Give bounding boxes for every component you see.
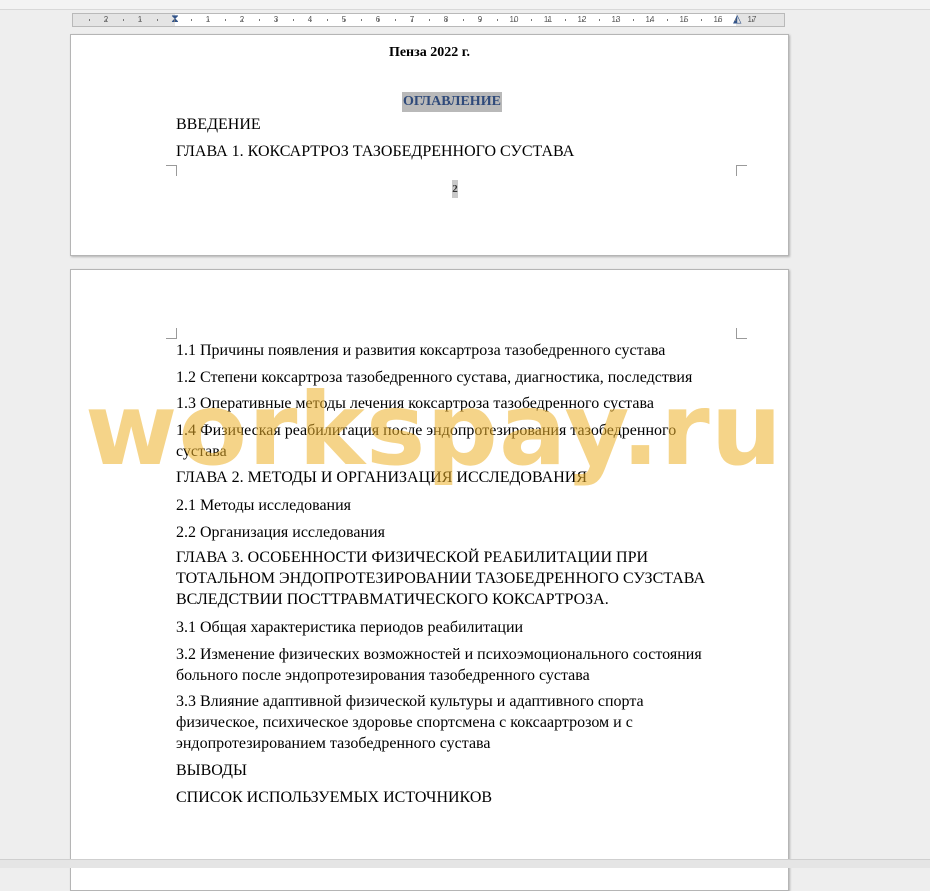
document-page-2[interactable]: 1.1 Причины появления и развития коксарт… (70, 269, 789, 891)
ruler-tick (327, 19, 328, 21)
margin-corner-marker (166, 328, 177, 339)
ruler-tick (293, 19, 294, 21)
city-year-text: Пенза 2022 г. (388, 45, 471, 60)
toc-entry-line: ТОТАЛЬНОМ ЭНДОПРОТЕЗИРОВАНИИ ТАЗОБЕДРЕНН… (176, 570, 705, 587)
ruler-tick (259, 19, 260, 21)
toc-entry-line: ВЫВОДЫ (176, 762, 247, 779)
toc-entry-line: 1.3 Оперативные методы лечения коксартро… (176, 395, 654, 412)
toc-entry: 3.3 Влияние адаптивной физической культу… (176, 691, 746, 754)
toc-entry-line: сустава (176, 443, 227, 460)
ruler-tick (429, 19, 430, 21)
ruler-tick (650, 19, 651, 22)
ruler-tick (123, 19, 124, 21)
toc-entry-line: 1.1 Причины появления и развития коксарт… (176, 342, 666, 359)
ruler-tick (174, 19, 175, 22)
ruler-tick (599, 19, 600, 21)
toc-entry-line: 1.4 Физическая реабилитация после эндопр… (176, 422, 677, 439)
toc-entry: 3.2 Изменение физических возможностей и … (176, 644, 746, 686)
ruler-tick (480, 19, 481, 22)
toc-entry-line: ГЛАВА 3. ОСОБЕННОСТИ ФИЗИЧЕСКОЙ РЕАБИЛИТ… (176, 549, 649, 566)
ruler-tick (752, 19, 753, 22)
toc-entry: 1.4 Физическая реабилитация после эндопр… (176, 420, 746, 462)
toc-entry-line: эндопротезированием тазобедренного суста… (176, 735, 491, 752)
toc-entry-line: 3.3 Влияние адаптивной физической культу… (176, 693, 644, 710)
toc-entry-line: физическое, психическое здоровье спортсм… (176, 714, 633, 731)
ruler-tick (514, 19, 515, 22)
ruler-tick (276, 19, 277, 22)
ruler-tick (157, 19, 158, 21)
ruler-tick (684, 19, 685, 22)
toc-item-introduction: ВВЕДЕНИЕ (176, 116, 261, 133)
horizontal-ruler[interactable]: 2 1 ⧗ 1 2 3 4 5 6 7 8 9 10 11 12 13 14 1… (72, 13, 785, 27)
document-page-1[interactable]: Пенза 2022 г. ОГЛАВЛЕНИЕ ВВЕДЕНИЕ ГЛАВА … (70, 34, 789, 256)
ruler-tick (548, 19, 549, 22)
toc-entry: 3.1 Общая характеристика периодов реабил… (176, 617, 746, 638)
toc-entry: 2.2 Организация исследования (176, 522, 746, 543)
ruler-right-margin (736, 14, 784, 26)
toc-entry-line: 3.1 Общая характеристика периодов реабил… (176, 619, 524, 636)
toc-entry-references: СПИСОК ИСПОЛЬЗУЕМЫХ ИСТОЧНИКОВ (176, 787, 746, 808)
ruler-tick (225, 19, 226, 21)
ruler-tick (361, 19, 362, 21)
toc-entry-line: больного после эндопротезирования тазобе… (176, 667, 590, 684)
ruler-tick (89, 19, 90, 21)
ruler-tick (395, 19, 396, 21)
ruler-tick (140, 19, 141, 22)
toolbar-strip (0, 0, 930, 10)
ruler-tick (616, 19, 617, 22)
margin-corner-marker (736, 328, 747, 339)
toc-entry-chapter-3: ГЛАВА 3. ОСОБЕННОСТИ ФИЗИЧЕСКОЙ РЕАБИЛИТ… (176, 547, 746, 610)
ruler-tick (106, 19, 107, 22)
ruler-tick (633, 19, 634, 21)
toc-entry-line: 2.2 Организация исследования (176, 524, 385, 541)
ruler-tick (565, 19, 566, 21)
ruler-tick (718, 19, 719, 22)
toc-entry-chapter-2: ГЛАВА 2. МЕТОДЫ И ОРГАНИЗАЦИЯ ИССЛЕДОВАН… (176, 467, 746, 488)
toc-entry: 1.1 Причины появления и развития коксарт… (176, 340, 746, 361)
ruler-tick (667, 19, 668, 21)
toc-entry-line: СПИСОК ИСПОЛЬЗУЕМЫХ ИСТОЧНИКОВ (176, 789, 493, 806)
toc-entry-line: 1.2 Степени коксартроза тазобедренного с… (176, 369, 693, 386)
ruler-tick (463, 19, 464, 21)
toc-entry-conclusions: ВЫВОДЫ (176, 760, 746, 781)
toc-entry-line: 2.1 Методы исследования (176, 497, 352, 514)
ruler-tick (208, 19, 209, 22)
ruler-tick (191, 19, 192, 21)
ruler-tick (497, 19, 498, 21)
ruler-tick (701, 19, 702, 21)
ruler-tick (242, 19, 243, 22)
toc-entry: 2.1 Методы исследования (176, 495, 746, 516)
first-line-indent-marker-icon[interactable]: ⧗ (171, 13, 179, 25)
ruler-tick (531, 19, 532, 21)
ruler-tick (412, 19, 413, 22)
toc-heading: ОГЛАВЛЕНИЕ (402, 92, 502, 112)
ruler-tick (310, 19, 311, 22)
margin-corner-marker (736, 165, 747, 176)
ruler-tick (582, 19, 583, 22)
toc-entry: 1.2 Степени коксартроза тазобедренного с… (176, 367, 746, 388)
page-number: 2 (452, 180, 458, 198)
toc-entry: 1.3 Оперативные методы лечения коксартро… (176, 393, 746, 414)
ruler-tick (446, 19, 447, 22)
toc-item-chapter-1: ГЛАВА 1. КОКСАРТРОЗ ТАЗОБЕДРЕННОГО СУСТА… (176, 143, 575, 160)
ruler-tick (735, 19, 736, 21)
ruler-tick (344, 19, 345, 22)
toc-entry-line: ГЛАВА 2. МЕТОДЫ И ОРГАНИЗАЦИЯ ИССЛЕДОВАН… (176, 469, 587, 486)
margin-corner-marker (166, 165, 177, 176)
ruler-tick (378, 19, 379, 22)
toc-entry-line: ВСЛЕДСТВИИ ПОСТТРАВМАТИЧЕСКОГО КОКСАРТРО… (176, 591, 609, 608)
toc-entry-line: 3.2 Изменение физических возможностей и … (176, 646, 702, 663)
